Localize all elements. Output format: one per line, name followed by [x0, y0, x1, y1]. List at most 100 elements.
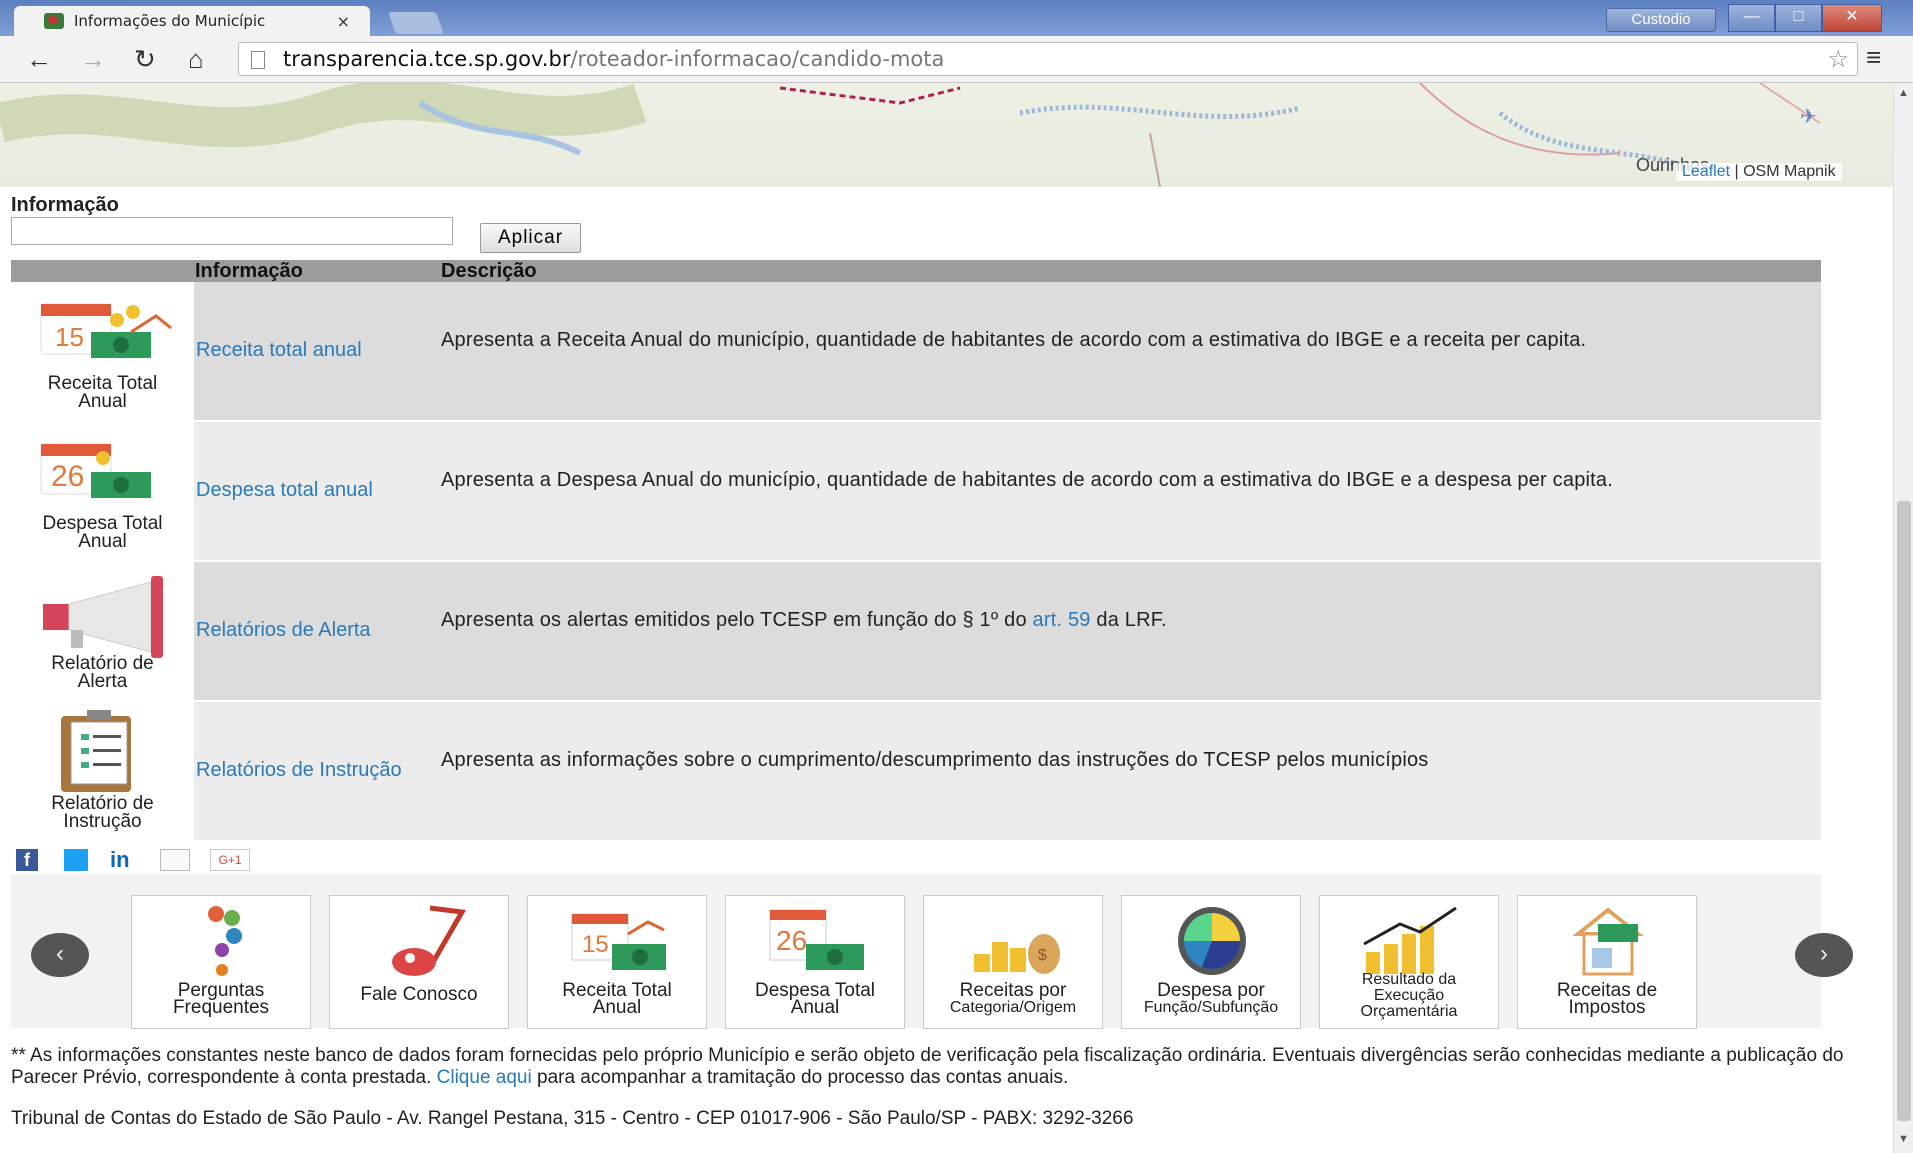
- window-close-button[interactable]: ✕: [1822, 4, 1882, 32]
- browser-tab[interactable]: Informações do Municípic ×: [14, 6, 370, 36]
- scroll-down-icon[interactable]: ▼: [1898, 1133, 1909, 1145]
- coins-bag-icon: $: [974, 934, 1060, 974]
- table-row: 15 Receita Total Anual Receita total anu…: [11, 282, 1821, 420]
- row-caption-line2: Alerta: [77, 671, 128, 692]
- browser-toolbar: ← → ↻ ⌂ transparencia.tce.sp.gov.br/rote…: [0, 36, 1913, 83]
- card-label: Receitas por Categoria/Origem: [949, 980, 1077, 1016]
- card-fale-conosco[interactable]: Fale Conosco: [329, 895, 509, 1029]
- card-label: Receitas de Impostos: [1556, 980, 1658, 1018]
- forward-arrow-icon[interactable]: →: [80, 44, 106, 74]
- link-receita-total-anual[interactable]: Receita total anual: [196, 339, 362, 362]
- header-desc: Descrição: [441, 260, 537, 282]
- email-share-icon[interactable]: [160, 849, 190, 871]
- osm-attribution: | OSM Mapnik: [1730, 163, 1836, 180]
- receita-total-icon[interactable]: 15 Receita Total Anual: [11, 282, 194, 420]
- facebook-share-icon[interactable]: f: [16, 849, 38, 871]
- page-icon: [251, 51, 265, 69]
- row-caption-line2: Anual: [78, 531, 127, 552]
- desc-text-end: da LRF.: [1090, 609, 1167, 631]
- header-info: Informação: [195, 260, 303, 282]
- relatorio-instrucao-icon[interactable]: Relatório de Instrução: [11, 702, 194, 840]
- row-caption-line2: Anual: [78, 391, 127, 412]
- scroll-thumb[interactable]: [1897, 501, 1911, 1121]
- address-bar[interactable]: transparencia.tce.sp.gov.br/roteador-inf…: [238, 42, 1858, 76]
- carousel-prev-button[interactable]: ‹: [31, 933, 89, 977]
- filter-input[interactable]: [11, 217, 453, 245]
- calendar-day-26: 26: [776, 925, 807, 956]
- note-text-end: para acompanhar a tramitação do processo…: [531, 1067, 1069, 1088]
- card-label: Receita Total Anual: [562, 980, 672, 1018]
- map-tiles: ✈: [0, 83, 1821, 187]
- card-perguntas-frequentes[interactable]: Perguntas Frequentes: [131, 895, 311, 1029]
- svg-text:15: 15: [55, 322, 84, 352]
- row-description: Apresenta os alertas emitidos pelo TCESP…: [441, 609, 1167, 632]
- scroll-up-icon[interactable]: ▲: [1898, 87, 1909, 99]
- art-59-link[interactable]: art. 59: [1033, 609, 1091, 631]
- new-tab-button[interactable]: [387, 12, 445, 34]
- svg-text:26: 26: [51, 460, 84, 493]
- row-caption-line2: Instrução: [63, 811, 142, 832]
- profile-user-button[interactable]: Custodio: [1606, 8, 1716, 32]
- map-attribution: Leaflet | OSM Mapnik: [1676, 163, 1842, 181]
- card-resultado-execucao[interactable]: Resultado da Execução Orçamentária: [1319, 895, 1499, 1029]
- tab-title: Informações do Municípic: [74, 12, 266, 30]
- google-plus-button[interactable]: G+1: [210, 849, 250, 871]
- link-despesa-total-anual[interactable]: Despesa total anual: [196, 479, 373, 502]
- receita-calendar-icon: 15: [571, 913, 666, 970]
- tab-close-icon[interactable]: ×: [337, 12, 350, 31]
- page-scrollbar[interactable]: ▲ ▼: [1893, 83, 1913, 1153]
- footer-address: Tribunal de Contas do Estado de São Paul…: [11, 1108, 1134, 1129]
- clique-aqui-link[interactable]: Clique aqui: [437, 1067, 532, 1088]
- card-despesa-total-anual[interactable]: 26 Despesa Total Anual: [725, 895, 905, 1029]
- despesa-calendar-icon: 26: [769, 909, 864, 970]
- growth-chart-icon: [1363, 906, 1457, 974]
- reload-icon[interactable]: ↻: [134, 44, 156, 74]
- card-label: Resultado da Execução Orçamentária: [1360, 971, 1458, 1020]
- maximize-button[interactable]: □: [1775, 4, 1822, 32]
- table-header: Informação Descrição: [11, 260, 1821, 282]
- filter-label: Informação: [11, 194, 119, 216]
- disclaimer-note: ** As informações constantes neste banco…: [11, 1045, 1851, 1089]
- card-label: Despesa por Função/Subfunção: [1143, 980, 1279, 1016]
- row-description: Apresenta as informações sobre o cumprim…: [441, 749, 1429, 771]
- row-description: Apresenta a Receita Anual do município, …: [441, 329, 1587, 351]
- link-relatorios-instrucao[interactable]: Relatórios de Instrução: [196, 759, 402, 782]
- table-row: 26 Despesa Total Anual Despesa total anu…: [11, 422, 1821, 560]
- card-receita-total-anual[interactable]: 15 Receita Total Anual: [527, 895, 707, 1029]
- question-mark-icon: [208, 906, 242, 976]
- card-despesa-funcao[interactable]: Despesa por Função/Subfunção: [1121, 895, 1301, 1029]
- window-titlebar: Informações do Municípic × Custodio — □ …: [0, 0, 1913, 36]
- minimize-button[interactable]: —: [1728, 4, 1775, 32]
- browser-menu-icon[interactable]: ≡: [1866, 42, 1881, 73]
- map-view[interactable]: ✈ Ourinhos Leaflet | OSM Mapnik: [0, 83, 1893, 187]
- card-label: Despesa Total Anual: [754, 980, 876, 1018]
- tax-house-icon: [1572, 907, 1644, 976]
- table-row: Relatório de Instrução Relatórios de Ins…: [11, 702, 1821, 840]
- calendar-day-15: 15: [582, 931, 609, 958]
- svg-text:$: $: [1038, 947, 1047, 964]
- apply-button[interactable]: Aplicar: [480, 223, 581, 253]
- card-receitas-categoria[interactable]: $ Receitas por Categoria/Origem: [923, 895, 1103, 1029]
- relatorio-alerta-icon[interactable]: Relatório de Alerta: [11, 562, 194, 700]
- back-arrow-icon[interactable]: ←: [26, 44, 52, 74]
- pie-chart-icon: [1178, 907, 1246, 975]
- twitter-share-icon[interactable]: [64, 849, 88, 871]
- card-receitas-impostos[interactable]: Receitas de Impostos: [1517, 895, 1697, 1029]
- leaflet-link[interactable]: Leaflet: [1682, 163, 1730, 180]
- linkedin-share-icon[interactable]: in: [110, 849, 136, 871]
- carousel-next-button[interactable]: ›: [1795, 933, 1853, 977]
- site-favicon-icon: [44, 13, 64, 29]
- row-description: Apresenta a Despesa Anual do município, …: [441, 469, 1614, 491]
- shortcut-carousel: ‹ Perguntas Frequentes Fale Conosco 15 R…: [11, 874, 1853, 1029]
- despesa-total-icon[interactable]: 26 Despesa Total Anual: [11, 422, 194, 560]
- table-row: Relatório de Alerta Relatórios de Alerta…: [11, 562, 1821, 700]
- svg-text:✈: ✈: [1800, 106, 1817, 128]
- card-label: Perguntas Frequentes: [172, 980, 270, 1018]
- link-relatorios-alerta[interactable]: Relatórios de Alerta: [196, 619, 371, 642]
- home-icon[interactable]: ⌂: [188, 44, 204, 74]
- page-content: ✈ Ourinhos Leaflet | OSM Mapnik Informaç…: [0, 83, 1893, 1153]
- phone-icon: [392, 905, 467, 976]
- bookmark-star-icon[interactable]: ☆: [1827, 43, 1849, 75]
- desc-text: Apresenta os alertas emitidos pelo TCESP…: [441, 609, 1033, 631]
- card-label: Fale Conosco: [360, 984, 478, 1005]
